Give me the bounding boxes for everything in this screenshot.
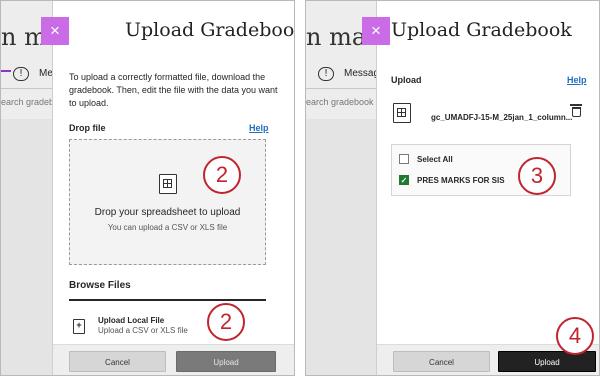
background-grid	[306, 119, 376, 375]
step-badge-browse: 2	[207, 303, 245, 341]
uploaded-file-row: gc_UMADFJ-15-M_25jan_1_column...	[393, 93, 583, 133]
column-checkbox[interactable]: ✓	[399, 175, 409, 185]
help-link[interactable]: Help	[249, 123, 269, 133]
modal-title: Upload Gradebook	[125, 19, 295, 41]
step-badge-drop: 2	[203, 156, 241, 194]
background-search: earch gradebook	[306, 97, 374, 107]
file-name: gc_UMADFJ-15-M_25jan_1_column...	[431, 113, 573, 122]
drop-zone-title: Drop your spreadsheet to upload	[94, 207, 241, 218]
alert-icon: !	[318, 67, 334, 81]
upload-button[interactable]: Upload	[498, 351, 596, 372]
upload-button-disabled[interactable]: Upload	[176, 351, 276, 372]
close-icon[interactable]: ×	[41, 17, 69, 45]
upload-file-icon: +	[73, 319, 85, 334]
column-label: PRES MARKS FOR SIS	[417, 176, 505, 185]
step-badge-upload: 4	[556, 317, 594, 355]
upload-local-file-button[interactable]: Upload Local File	[98, 316, 164, 325]
cancel-button[interactable]: Cancel	[393, 351, 490, 372]
drop-zone[interactable]: Drop your spreadsheet to upload You can …	[69, 139, 266, 265]
modal-footer: Cancel Upload	[53, 344, 294, 375]
upload-label: Upload	[391, 75, 422, 85]
upload-gradebook-panel: Upload Gradebook To upload a correctly f…	[52, 1, 295, 375]
divider	[69, 299, 266, 301]
close-icon[interactable]: ×	[362, 17, 390, 45]
intro-text: To upload a correctly formatted file, do…	[69, 72, 278, 108]
trash-icon[interactable]	[570, 104, 582, 117]
browse-files-heading: Browse Files	[69, 280, 131, 291]
cancel-button[interactable]: Cancel	[69, 351, 166, 372]
select-all-label: Select All	[417, 155, 453, 164]
alert-icon: !	[13, 67, 29, 81]
drop-file-label: Drop file	[69, 123, 106, 133]
screenshot-step-2: n makin ! Message earch gradebook Upload…	[0, 0, 295, 376]
screenshot-step-3-4: n makin ! Message earch gradebook Upload…	[305, 0, 600, 376]
modal-title: Upload Gradebook	[391, 19, 572, 41]
help-link[interactable]: Help	[567, 75, 587, 85]
background-tab-indicator	[1, 70, 11, 72]
upload-local-file-hint: Upload a CSV or XLS file	[98, 326, 188, 335]
drop-zone-hint: You can upload a CSV or XLS file	[107, 223, 228, 232]
spreadsheet-icon	[159, 174, 177, 194]
background-tabs: ! Message	[306, 63, 385, 89]
step-badge-select: 3	[518, 157, 556, 195]
spreadsheet-icon	[393, 103, 411, 123]
select-all-checkbox[interactable]	[399, 154, 409, 164]
